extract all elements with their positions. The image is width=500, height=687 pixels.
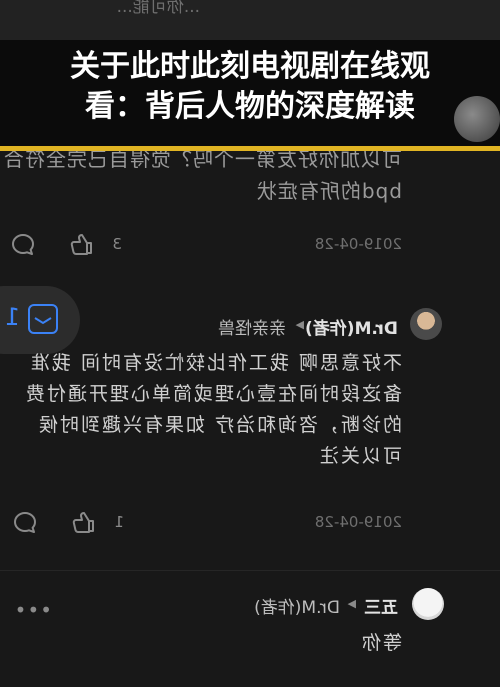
comment-date: 2019-04-28: [314, 235, 402, 253]
reply-caret: ▶: [295, 318, 304, 331]
more-icon[interactable]: •••: [14, 598, 52, 622]
reply-caret: ▶: [347, 597, 356, 610]
divider: [0, 570, 500, 571]
like-icon[interactable]: [71, 509, 97, 535]
reply-date: 2019-04-28: [314, 513, 402, 531]
headline-underline: [0, 146, 500, 151]
reply-like-count: 1: [114, 513, 124, 531]
like-count: 3: [112, 235, 122, 253]
reply-author-name[interactable]: 五三: [364, 593, 398, 618]
reply-target-name[interactable]: 亲亲怪兽: [218, 314, 286, 339]
reply-text: 等你: [359, 632, 402, 654]
headline-line-1: 关于此时此刻电视剧在线观: [70, 49, 430, 84]
reply-author-name[interactable]: Dr.M(作者): [305, 314, 398, 339]
inbox-icon: [28, 304, 58, 334]
headline-line-2: 看：背后人物的深度解读: [85, 89, 415, 124]
author-avatar[interactable]: [410, 308, 442, 340]
reply-text: 不好意思啊 我工作比较忙没有时间 我准备这段时间在壹心理或简单心理开通付费的诊断…: [23, 352, 402, 467]
floating-badge-count: 1: [4, 303, 20, 331]
comment-text-line-2: bpd的所有症状: [255, 179, 402, 203]
avatar[interactable]: [412, 588, 444, 620]
like-icon[interactable]: [69, 231, 95, 257]
reply-target-name[interactable]: Dr.M(作者): [254, 593, 340, 618]
comment-icon[interactable]: [10, 232, 36, 258]
top-hint-text: ...你可能...: [116, 0, 200, 17]
comment-icon[interactable]: [12, 510, 38, 536]
